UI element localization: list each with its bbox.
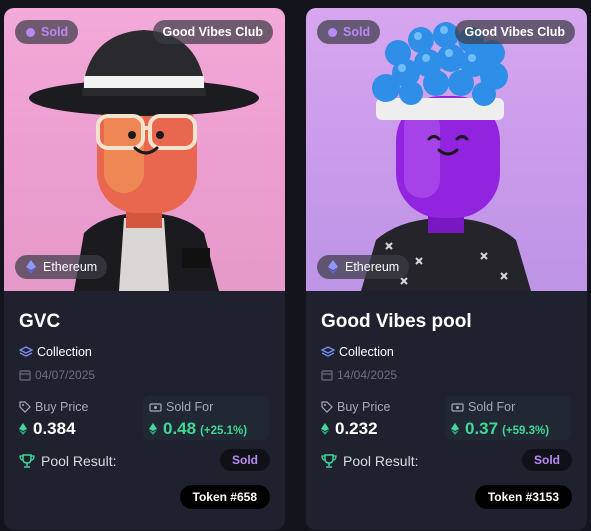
- nft-artwork: Sold Good Vibes Club Ethereum: [4, 8, 285, 291]
- nft-artwork: Sold Good Vibes Club Ethereum: [306, 8, 587, 291]
- pool-result-label: Pool Result:: [343, 453, 419, 469]
- sold-price-value: 0.37: [465, 419, 499, 438]
- token-badge[interactable]: Token #3153: [474, 485, 572, 509]
- sold-for-box: Sold For 0.37 (+59.3%): [445, 396, 571, 440]
- price-change: (+59.3%): [502, 425, 550, 437]
- status-label: Sold: [343, 25, 371, 39]
- card-title[interactable]: Good Vibes pool: [321, 311, 472, 333]
- chain-label: Ethereum: [43, 260, 98, 274]
- sold-for-label-row: Sold For: [149, 400, 213, 414]
- nft-card[interactable]: Sold Good Vibes Club Ethereum Good Vibes…: [306, 8, 587, 530]
- calendar-icon: [321, 370, 333, 381]
- pool-result-label: Pool Result:: [41, 453, 117, 469]
- status-dot-icon: [328, 28, 337, 37]
- buy-price-label-row: Buy Price: [19, 400, 89, 414]
- type-label: Collection: [37, 345, 92, 359]
- pool-result-badge: Sold: [522, 449, 572, 471]
- gvc-character-illustration: [361, 22, 531, 291]
- type-row: Collection: [18, 345, 92, 359]
- buy-price-value: 0.232: [335, 419, 378, 438]
- buy-price-label: Buy Price: [35, 400, 89, 414]
- chain-label: Ethereum: [345, 260, 400, 274]
- layers-icon: [320, 346, 336, 357]
- buy-price-box: Buy Price 0.232: [321, 396, 439, 440]
- layers-icon: [18, 346, 34, 357]
- date-row: 14/04/2025: [321, 368, 397, 382]
- type-label: Collection: [339, 345, 394, 359]
- calendar-icon: [19, 370, 31, 381]
- tag-icon: [321, 401, 333, 413]
- date-row: 04/07/2025: [19, 368, 95, 382]
- ethereum-icon: [328, 260, 338, 274]
- pool-result-row: Pool Result:: [321, 453, 418, 469]
- pool-result-badge: Sold: [220, 449, 270, 471]
- type-row: Collection: [320, 345, 394, 359]
- collection-badge[interactable]: Good Vibes Club: [152, 20, 273, 44]
- status-label: Sold: [41, 25, 69, 39]
- gvc-character-illustration: [29, 30, 259, 291]
- chain-badge: Ethereum: [15, 255, 108, 279]
- status-badge: Sold: [317, 20, 381, 44]
- sold-for-box: Sold For 0.48 (+25.1%): [143, 396, 269, 440]
- sold-price-value: 0.48: [163, 419, 197, 438]
- nft-card[interactable]: Sold Good Vibes Club Ethereum GVC Collec…: [4, 8, 285, 530]
- sold-for-label: Sold For: [166, 400, 214, 414]
- cash-icon: [149, 403, 162, 412]
- tag-icon: [19, 401, 31, 413]
- date-label: 14/04/2025: [337, 368, 398, 382]
- ethereum-icon: [321, 423, 329, 435]
- collection-badge[interactable]: Good Vibes Club: [454, 20, 575, 44]
- status-dot-icon: [26, 28, 35, 37]
- date-label: 04/07/2025: [35, 368, 96, 382]
- card-info: GVC Collection 04/07/2025 Buy Price 0.38…: [4, 291, 285, 530]
- sold-for-label: Sold For: [468, 400, 516, 414]
- status-badge: Sold: [15, 20, 79, 44]
- pool-result-row: Pool Result:: [19, 453, 116, 469]
- price-change: (+25.1%): [200, 425, 248, 437]
- ethereum-icon: [19, 423, 27, 435]
- buy-price-value: 0.384: [33, 419, 76, 438]
- ethereum-icon: [451, 423, 459, 435]
- token-badge[interactable]: Token #658: [179, 485, 270, 509]
- buy-price-label-row: Buy Price: [321, 400, 391, 414]
- sold-for-label-row: Sold For: [451, 400, 515, 414]
- card-title[interactable]: GVC: [19, 311, 60, 333]
- card-info: Good Vibes pool Collection 14/04/2025 Bu…: [306, 291, 587, 530]
- cash-icon: [451, 403, 464, 412]
- buy-price-label: Buy Price: [337, 400, 391, 414]
- chain-badge: Ethereum: [317, 255, 410, 279]
- buy-price-box: Buy Price 0.384: [19, 396, 137, 440]
- trophy-icon: [19, 454, 35, 468]
- ethereum-icon: [26, 260, 36, 274]
- ethereum-icon: [149, 423, 157, 435]
- trophy-icon: [321, 454, 337, 468]
